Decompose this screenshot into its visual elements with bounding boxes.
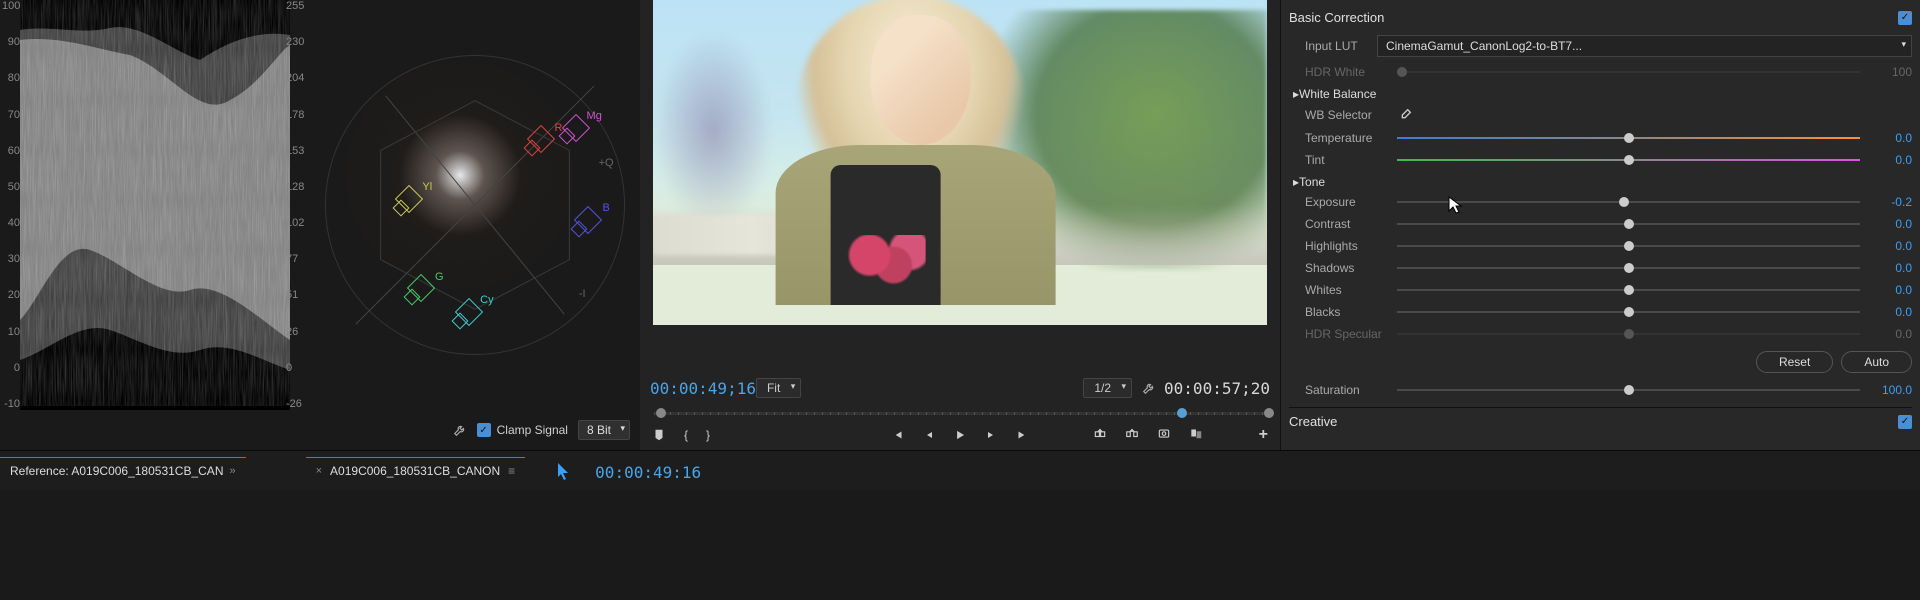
timeline-timecode[interactable]: 00:00:49:16 bbox=[595, 463, 701, 482]
timecode-out: 00:00:57;20 bbox=[1164, 379, 1270, 398]
temperature-value[interactable]: 0.0 bbox=[1868, 131, 1912, 145]
hdr-specular-slider bbox=[1397, 327, 1860, 341]
video-frame bbox=[653, 0, 1267, 325]
wb-selector-label: WB Selector bbox=[1305, 108, 1389, 122]
reset-button[interactable]: Reset bbox=[1756, 351, 1833, 373]
exposure-label: Exposure bbox=[1305, 195, 1389, 209]
lift-icon[interactable] bbox=[1093, 426, 1107, 444]
contrast-label: Contrast bbox=[1305, 217, 1389, 231]
highlights-label: Highlights bbox=[1305, 239, 1389, 253]
selection-tool-icon[interactable] bbox=[555, 461, 571, 481]
preview-viewport[interactable] bbox=[640, 0, 1280, 370]
creative-toggle[interactable]: ✓ bbox=[1898, 415, 1912, 429]
scrub-playhead[interactable] bbox=[1177, 408, 1187, 418]
highlights-slider[interactable] bbox=[1397, 239, 1860, 253]
export-frame-icon[interactable] bbox=[1157, 426, 1171, 444]
mark-in-icon[interactable]: { bbox=[684, 428, 688, 442]
go-to-in-icon[interactable] bbox=[891, 428, 905, 442]
blacks-value[interactable]: 0.0 bbox=[1868, 305, 1912, 319]
blacks-slider[interactable] bbox=[1397, 305, 1860, 319]
temperature-label: Temperature bbox=[1305, 131, 1389, 145]
timecode-in[interactable]: 00:00:49;16 bbox=[650, 379, 756, 398]
auto-button[interactable]: Auto bbox=[1841, 351, 1912, 373]
mark-out-icon[interactable]: } bbox=[706, 428, 710, 442]
sequence-tab[interactable]: × A019C006_180531CB_CANON ≡ bbox=[306, 457, 526, 484]
waveform-axis-right: 2552302041781531281027751260-26 bbox=[286, 0, 310, 410]
waveform-axis-left: 1009080706050403020100-10 bbox=[2, 0, 20, 410]
transport-controls: { } + bbox=[646, 420, 1274, 442]
extract-icon[interactable] bbox=[1125, 426, 1139, 444]
whites-slider[interactable] bbox=[1397, 283, 1860, 297]
saturation-value[interactable]: 100.0 bbox=[1868, 383, 1912, 397]
checkbox-on-icon: ✓ bbox=[477, 423, 491, 437]
scopes-footer: ✓ Clamp Signal 8 Bit bbox=[453, 420, 630, 440]
saturation-label: Saturation bbox=[1305, 383, 1389, 397]
exposure-value[interactable]: -0.2 bbox=[1868, 195, 1912, 209]
hdr-specular-label: HDR Specular bbox=[1305, 327, 1389, 341]
play-icon[interactable] bbox=[953, 428, 967, 442]
comparison-view-icon[interactable] bbox=[1189, 426, 1203, 444]
input-lut-select[interactable]: CinemaGamut_CanonLog2-to-BT7... bbox=[1377, 35, 1912, 57]
whites-label: Whites bbox=[1305, 283, 1389, 297]
white-balance-header[interactable]: ▸White Balance bbox=[1289, 83, 1912, 103]
contrast-value[interactable]: 0.0 bbox=[1868, 217, 1912, 231]
button-editor-icon[interactable]: + bbox=[1259, 426, 1268, 444]
close-icon[interactable]: × bbox=[316, 465, 322, 477]
exposure-slider[interactable] bbox=[1397, 195, 1860, 209]
hdr-white-value: 100 bbox=[1868, 65, 1912, 79]
waveform-canvas bbox=[20, 0, 290, 410]
shadows-value[interactable]: 0.0 bbox=[1868, 261, 1912, 275]
add-marker-icon[interactable] bbox=[652, 428, 666, 442]
eyedropper-icon[interactable] bbox=[1397, 107, 1413, 123]
clamp-signal-checkbox[interactable]: ✓ Clamp Signal bbox=[477, 423, 568, 437]
basic-correction-toggle[interactable]: ✓ bbox=[1898, 11, 1912, 25]
scopes-panel: 1009080706050403020100-10 25523020417815… bbox=[0, 0, 640, 450]
program-monitor: 00:00:49;16 Fit 1/2 00:00:57;20 { } bbox=[640, 0, 1280, 450]
bit-depth-select[interactable]: 8 Bit bbox=[578, 420, 630, 440]
tone-header[interactable]: ▸Tone bbox=[1289, 171, 1912, 191]
whites-value[interactable]: 0.0 bbox=[1868, 283, 1912, 297]
tint-slider[interactable] bbox=[1397, 153, 1860, 167]
hdr-white-slider bbox=[1397, 65, 1860, 79]
vectorscope-circle: RMgYlBGCy+Q-I bbox=[325, 55, 625, 355]
lumetri-panel: Basic Correction ✓ Input LUT CinemaGamut… bbox=[1280, 0, 1920, 450]
timeline-scrubber[interactable] bbox=[650, 406, 1270, 420]
input-lut-label: Input LUT bbox=[1305, 39, 1369, 53]
tint-value[interactable]: 0.0 bbox=[1868, 153, 1912, 167]
contrast-slider[interactable] bbox=[1397, 217, 1860, 231]
bottom-bar: Reference: A019C006_180531CB_CAN » × A01… bbox=[0, 450, 1920, 490]
hdr-specular-value: 0.0 bbox=[1868, 327, 1912, 341]
basic-correction-header[interactable]: Basic Correction ✓ bbox=[1289, 4, 1912, 31]
go-to-out-icon[interactable] bbox=[1015, 428, 1029, 442]
saturation-slider[interactable] bbox=[1397, 383, 1860, 397]
tint-label: Tint bbox=[1305, 153, 1389, 167]
settings-wrench-icon[interactable] bbox=[1142, 381, 1156, 395]
blacks-label: Blacks bbox=[1305, 305, 1389, 319]
shadows-label: Shadows bbox=[1305, 261, 1389, 275]
reference-tab[interactable]: Reference: A019C006_180531CB_CAN » bbox=[0, 457, 246, 484]
resolution-select[interactable]: 1/2 bbox=[1083, 378, 1132, 398]
vectorscope: RMgYlBGCy+Q-I bbox=[310, 0, 640, 410]
step-back-icon[interactable] bbox=[923, 429, 935, 441]
menu-icon[interactable]: ≡ bbox=[508, 464, 515, 478]
highlights-value[interactable]: 0.0 bbox=[1868, 239, 1912, 253]
expand-icon[interactable]: » bbox=[229, 465, 235, 477]
wrench-icon[interactable] bbox=[453, 423, 467, 437]
waveform-scope: 1009080706050403020100-10 25523020417815… bbox=[0, 0, 310, 450]
step-forward-icon[interactable] bbox=[985, 429, 997, 441]
shadows-slider[interactable] bbox=[1397, 261, 1860, 275]
creative-header[interactable]: Creative ✓ bbox=[1289, 407, 1912, 435]
zoom-select[interactable]: Fit bbox=[756, 378, 801, 398]
hdr-white-label: HDR White bbox=[1305, 65, 1389, 79]
temperature-slider[interactable] bbox=[1397, 131, 1860, 145]
